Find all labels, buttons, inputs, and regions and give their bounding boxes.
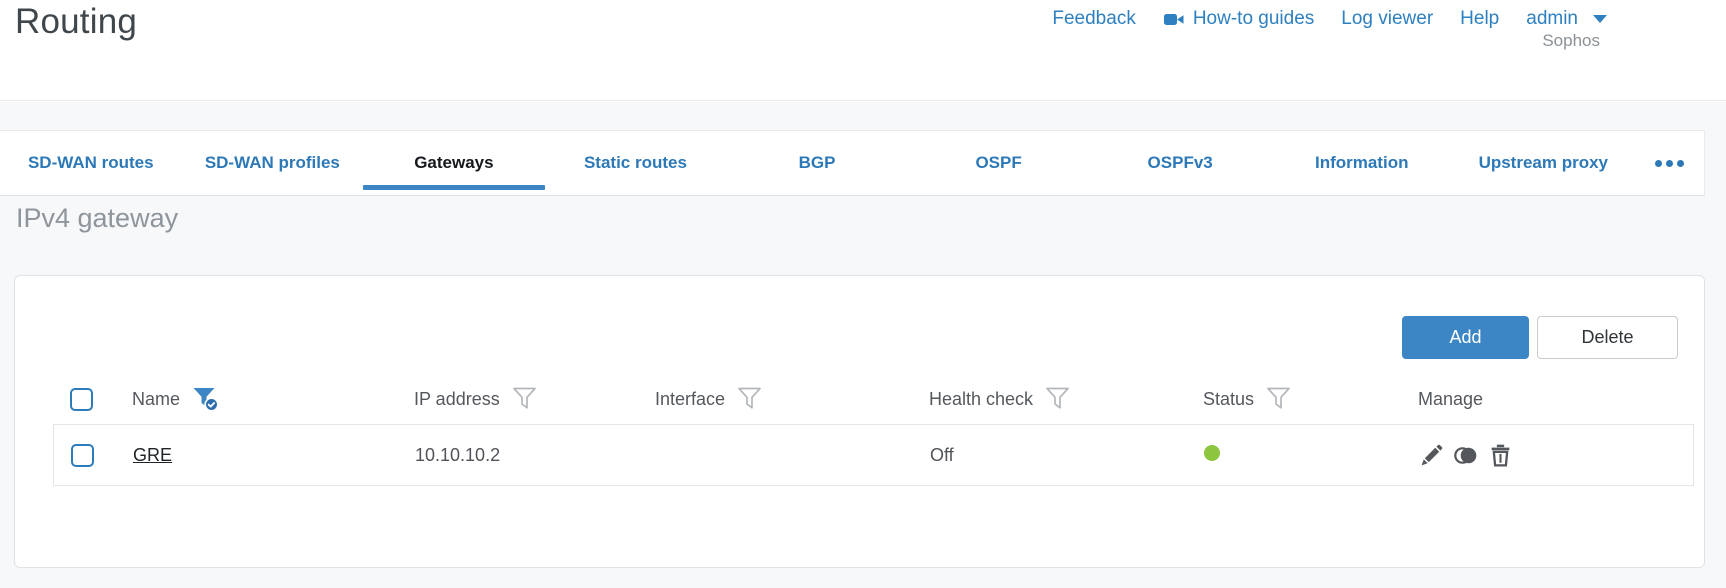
ellipsis-icon <box>1665 159 1673 167</box>
help-link[interactable]: Help <box>1460 8 1499 30</box>
ipv4-gateway-panel: Add Delete Name IP address Interface Hea… <box>14 275 1705 568</box>
column-header-status: Status <box>1203 388 1255 409</box>
ellipsis-icon <box>1654 159 1662 167</box>
gateway-name-link[interactable]: GRE <box>133 445 172 465</box>
delete-button[interactable]: Delete <box>1537 316 1678 359</box>
tab-sd-wan-profiles[interactable]: SD-WAN profiles <box>182 131 364 195</box>
tab-bar: SD-WAN routes SD-WAN profiles Gateways S… <box>0 130 1705 196</box>
caret-down-icon <box>1593 15 1607 23</box>
filter-icon[interactable] <box>1045 386 1070 412</box>
filter-icon[interactable] <box>1266 386 1291 412</box>
admin-menu[interactable]: admin <box>1526 8 1607 30</box>
section-title: IPv4 gateway <box>16 203 179 233</box>
top-header: Routing Feedback How-to guides Log viewe… <box>0 0 1726 101</box>
select-all-checkbox[interactable] <box>70 387 93 411</box>
tab-static-routes[interactable]: Static routes <box>545 131 727 195</box>
table-header-row: Name IP address Interface Health check S… <box>53 376 1694 422</box>
column-header-ip-address: IP address <box>414 388 500 409</box>
filter-icon[interactable] <box>737 386 762 412</box>
page-title: Routing <box>15 2 138 41</box>
gateway-ip-address: 10.10.10.2 <box>415 444 501 465</box>
ellipsis-icon <box>1676 159 1684 167</box>
column-header-name: Name <box>132 388 181 409</box>
tab-gateways[interactable]: Gateways <box>363 131 545 195</box>
row-checkbox[interactable] <box>71 443 94 467</box>
add-button[interactable]: Add <box>1402 316 1529 359</box>
gateway-health-check: Off <box>930 444 954 465</box>
header-nav: Feedback How-to guides Log viewer Help a… <box>1052 8 1607 30</box>
tab-ospfv3[interactable]: OSPFv3 <box>1089 131 1271 195</box>
manage-cell <box>1419 443 1693 468</box>
video-camera-icon <box>1163 9 1185 30</box>
clone-icon[interactable] <box>1453 443 1479 468</box>
brand-label: Sophos <box>1542 31 1600 50</box>
tab-information[interactable]: Information <box>1271 131 1453 195</box>
edit-pencil-icon[interactable] <box>1419 443 1444 468</box>
more-tabs-button[interactable] <box>1634 131 1704 195</box>
log-viewer-link[interactable]: Log viewer <box>1341 8 1433 30</box>
filter-active-icon[interactable] <box>192 386 221 412</box>
feedback-link[interactable]: Feedback <box>1052 8 1135 30</box>
tab-sd-wan-routes[interactable]: SD-WAN routes <box>0 131 182 195</box>
filter-icon[interactable] <box>512 386 537 412</box>
gateway-table: Name IP address Interface Health check S… <box>53 376 1694 486</box>
how-to-guides-link[interactable]: How-to guides <box>1163 8 1314 30</box>
toolbar: Add Delete <box>1402 316 1678 359</box>
tab-ospf[interactable]: OSPF <box>908 131 1090 195</box>
trash-icon[interactable] <box>1488 443 1513 468</box>
tab-upstream-proxy[interactable]: Upstream proxy <box>1453 131 1635 195</box>
status-up-indicator <box>1204 444 1220 461</box>
column-header-manage: Manage <box>1418 388 1484 409</box>
column-header-interface: Interface <box>655 388 726 409</box>
table-row: GRE 10.10.10.2 Off <box>53 424 1694 486</box>
column-header-health-check: Health check <box>929 388 1034 409</box>
tab-bgp[interactable]: BGP <box>726 131 908 195</box>
